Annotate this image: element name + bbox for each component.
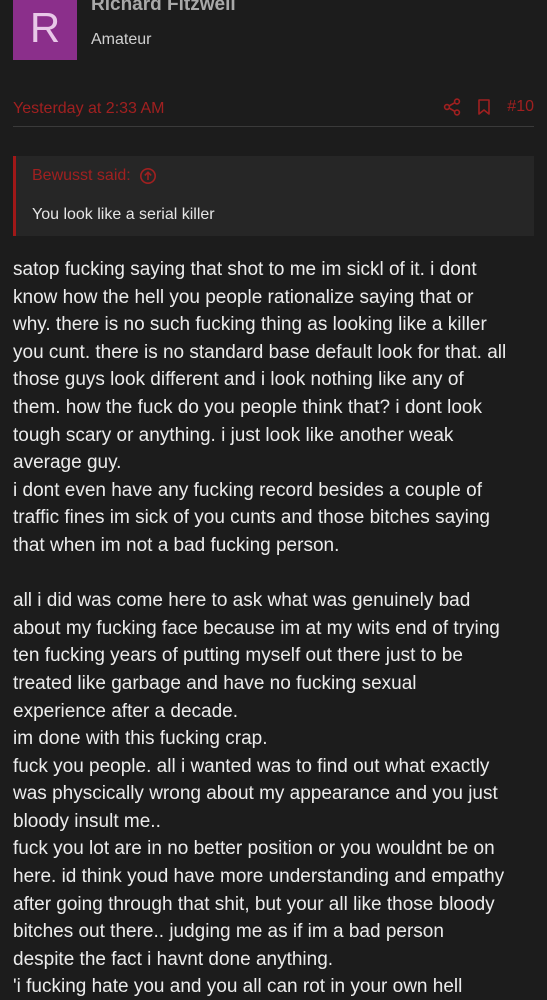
post-line: you cunt. there is no standard base defa… xyxy=(13,341,507,363)
post-line: here. id think youd have more understand… xyxy=(13,866,505,888)
post-line: i dont even have any fucking record besi… xyxy=(13,479,482,501)
post-line: tough scary or anything. i just look lik… xyxy=(13,424,454,446)
forum-post: R Richard Fitzwell Amateur Yesterday at … xyxy=(0,0,547,1000)
post-body: satop fucking saying that shot to me im … xyxy=(13,256,538,1000)
post-line: why. there is no such fucking thing as l… xyxy=(13,314,487,336)
post-line: fuck you people. all i wanted was to fin… xyxy=(13,755,490,777)
arrow-up-circle-icon[interactable] xyxy=(139,167,157,185)
post-line: traffic fines im sick of you cunts and t… xyxy=(13,507,490,529)
quote-text: You look like a serial killer xyxy=(32,206,215,223)
post-line: fuck you lot are in no better position o… xyxy=(13,838,495,860)
quote-author-label[interactable]: Bewusst said: xyxy=(32,167,131,185)
post-line: ten fucking years of putting myself out … xyxy=(13,645,463,667)
post-number-link[interactable]: #10 xyxy=(507,98,534,116)
post-line: average guy. xyxy=(13,452,122,474)
user-title: Amateur xyxy=(91,31,152,48)
avatar[interactable]: R xyxy=(13,0,77,60)
post-author-header: R Richard Fitzwell Amateur xyxy=(0,0,547,62)
username[interactable]: Richard Fitzwell xyxy=(91,0,236,16)
share-icon[interactable] xyxy=(443,98,461,116)
post-timestamp[interactable]: Yesterday at 2:33 AM xyxy=(13,100,165,118)
post-line: treated like garbage and have no fucking… xyxy=(13,672,417,694)
post-line: was physcically wrong about my appearanc… xyxy=(13,783,498,805)
post-line: im done with this fucking crap. xyxy=(13,728,268,750)
post-line: 'i fucking hate you and you all can rot … xyxy=(13,976,463,998)
post-line: them. how the fuck do you people think t… xyxy=(13,396,482,418)
post-line: know how the hell you people rationalize… xyxy=(13,286,474,308)
post-meta-bar: Yesterday at 2:33 AM #10 xyxy=(13,96,534,127)
post-line: those guys look different and i look not… xyxy=(13,369,464,391)
quote-author[interactable]: Bewusst said: xyxy=(32,167,157,185)
post-line: all i did was come here to ask what was … xyxy=(13,590,471,612)
post-line: about my fucking face because im at my w… xyxy=(13,617,500,639)
quote-block: Bewusst said: You look like a serial kil… xyxy=(13,156,534,236)
bookmark-icon[interactable] xyxy=(475,98,493,116)
post-actions: #10 xyxy=(443,98,534,116)
paragraph-break xyxy=(13,560,538,588)
post-line: satop fucking saying that shot to me im … xyxy=(13,259,477,280)
post-line: experience after a decade. xyxy=(13,700,238,722)
post-line: bitches out there.. judging me as if im … xyxy=(13,921,444,943)
post-line: bloody insult me.. xyxy=(13,810,161,832)
post-line: that when im not a bad fucking person. xyxy=(13,534,340,556)
post-line: despite the fact i havnt done anything. xyxy=(13,948,334,970)
post-line: after going through that shit, but your … xyxy=(13,893,495,915)
